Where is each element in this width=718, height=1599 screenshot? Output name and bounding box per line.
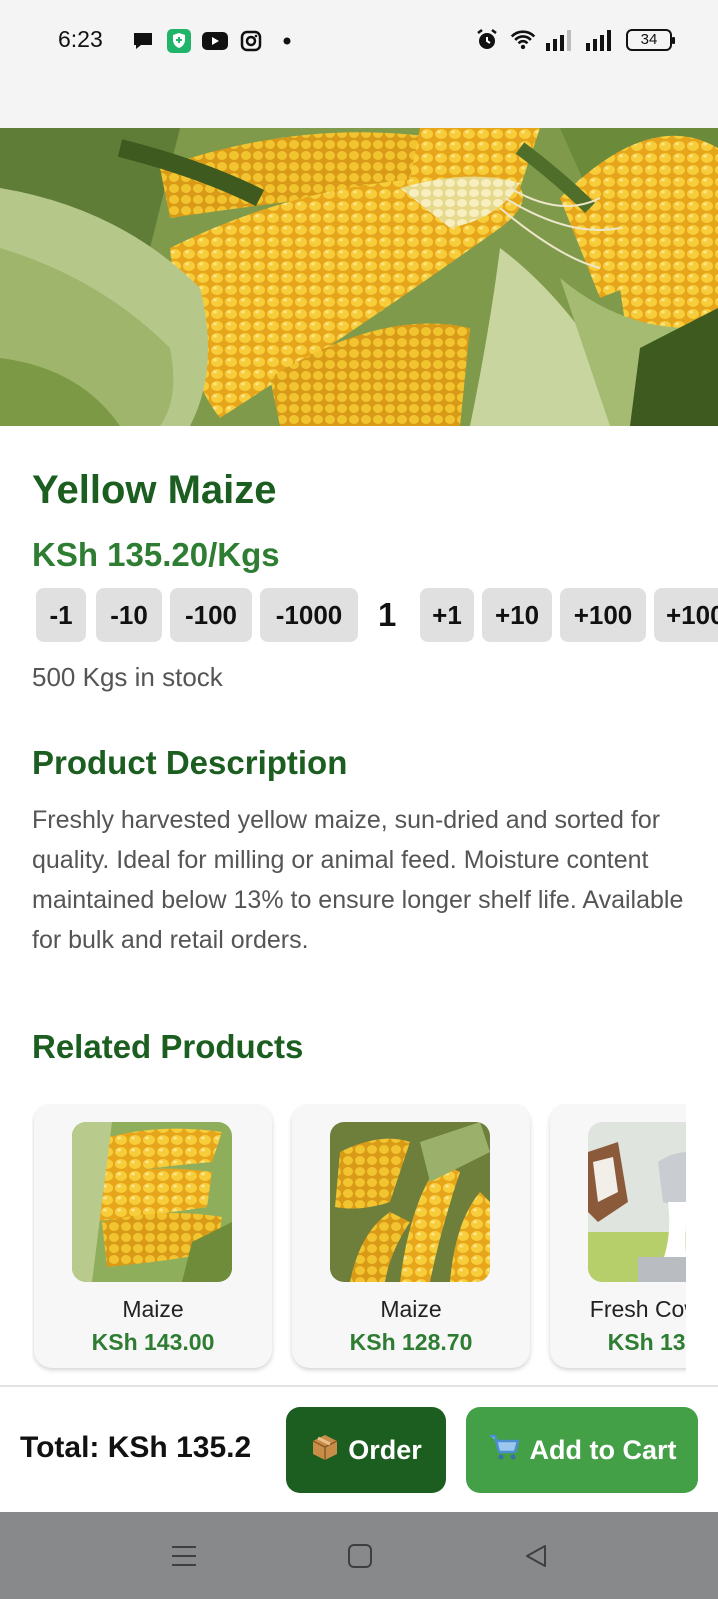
wifi-icon — [510, 27, 536, 53]
signal-icon — [546, 27, 576, 53]
system-navigation-bar — [0, 1512, 718, 1599]
related-product-card[interactable]: Maize KSh 128.70 — [292, 1104, 530, 1368]
status-bar: 6:23 34 — [0, 0, 718, 128]
increment-10-button[interactable]: +10 — [482, 588, 552, 642]
related-product-price: KSh 128.70 — [349, 1329, 473, 1355]
product-thumbnail — [588, 1122, 686, 1282]
notification-icons — [130, 28, 300, 54]
related-product-card[interactable]: Maize KSh 143.00 — [34, 1104, 272, 1368]
add-to-cart-label: Add to Cart — [529, 1434, 677, 1465]
quantity-stepper: -1 -10 -100 -1000 1 +1 +10 +100 +1000 — [36, 588, 718, 644]
increment-100-button[interactable]: +100 — [560, 588, 646, 642]
description-text: Freshly harvested yellow maize, sun-drie… — [32, 806, 684, 954]
shield-app-icon — [166, 28, 192, 54]
order-button-label: Order — [348, 1434, 422, 1465]
related-product-price: KSh 143.00 — [91, 1329, 215, 1355]
related-product-name: Maize — [380, 1296, 442, 1322]
related-product-name: Fresh Cow Milk — [589, 1296, 686, 1322]
related-product-card[interactable]: Fresh Cow Milk KSh 130.00 — [550, 1104, 686, 1368]
description-heading: Product Description — [32, 744, 348, 781]
related-heading: Related Products — [32, 1028, 304, 1065]
related-product-price: KSh 130.00 — [607, 1329, 686, 1355]
alarm-icon — [474, 27, 500, 53]
order-total: Total: KSh 135.2 — [20, 1431, 252, 1464]
related-products-list: Maize KSh 143.00 Maize KSh 128.70 Fresh … — [32, 1104, 686, 1384]
stock-status: 500 Kgs in stock — [32, 662, 223, 692]
increment-1000-button[interactable]: +1000 — [654, 588, 718, 642]
product-thumbnail — [330, 1122, 490, 1282]
chat-bubble-icon — [130, 28, 156, 54]
quantity-value: 1 — [378, 596, 397, 633]
increment-1-button[interactable]: +1 — [420, 588, 474, 642]
system-icons: 34 — [474, 27, 675, 53]
home-icon[interactable] — [344, 1540, 376, 1572]
back-icon[interactable] — [520, 1540, 552, 1572]
decrement-1000-button[interactable]: -1000 — [260, 588, 358, 642]
product-title: Yellow Maize — [32, 468, 277, 512]
menu-icon[interactable] — [168, 1540, 200, 1572]
product-hero-image — [0, 128, 718, 426]
related-product-name: Maize — [122, 1296, 184, 1322]
product-price: KSh 135.20/Kgs — [32, 536, 280, 573]
decrement-1-button[interactable]: -1 — [36, 588, 86, 642]
signal-icon — [586, 27, 616, 53]
package-icon — [310, 1432, 340, 1469]
cart-icon — [488, 1432, 520, 1469]
youtube-icon — [202, 28, 228, 54]
battery-indicator: 34 — [626, 29, 675, 51]
dot-icon — [274, 28, 300, 54]
status-time: 6:23 — [58, 26, 103, 52]
checkout-bar: Total: KSh 135.2 Order Add to Cart — [0, 1385, 718, 1512]
instagram-icon — [238, 28, 264, 54]
product-thumbnail — [72, 1122, 232, 1282]
decrement-10-button[interactable]: -10 — [96, 588, 162, 642]
decrement-100-button[interactable]: -100 — [170, 588, 252, 642]
add-to-cart-button[interactable]: Add to Cart — [466, 1407, 698, 1493]
order-button[interactable]: Order — [286, 1407, 446, 1493]
